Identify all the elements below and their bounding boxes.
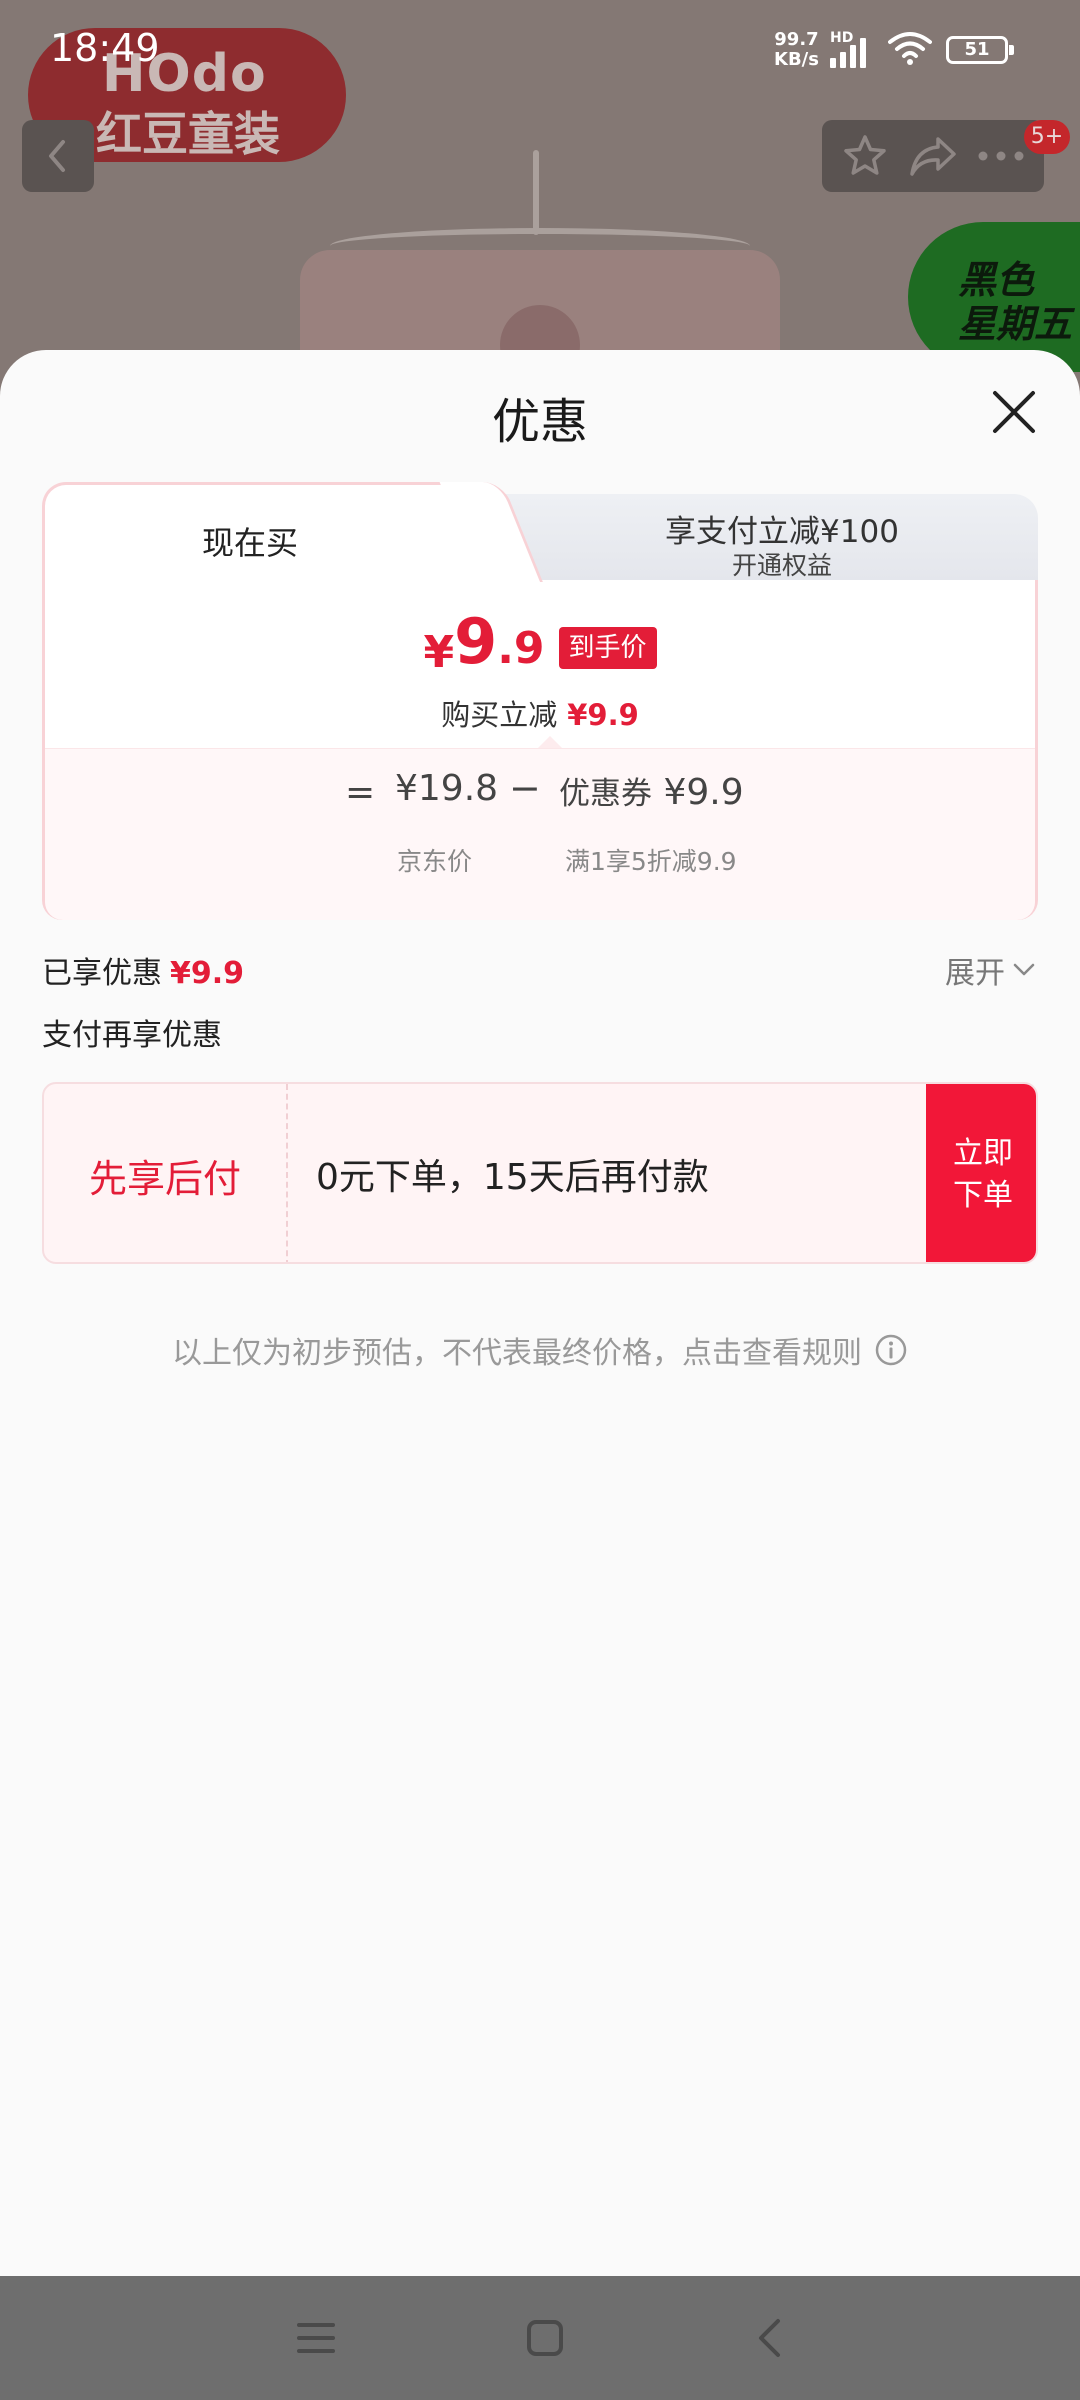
- final-price-decimal: .9: [497, 623, 545, 674]
- instant-cut-value: ¥9.9: [567, 698, 639, 732]
- more-icon[interactable]: [977, 150, 1025, 162]
- final-price-amount: 9.9: [454, 610, 544, 681]
- top-action-bar: [822, 120, 1044, 192]
- battery-icon: 51: [946, 36, 1014, 64]
- wifi-icon: [888, 32, 932, 65]
- battery-level: 51: [964, 39, 990, 60]
- breakdown-minus: −: [509, 766, 541, 810]
- close-icon[interactable]: [990, 388, 1038, 436]
- tab-pay-discount-title: 享支付立减¥100: [665, 514, 899, 550]
- net-speed-value: 99.7: [774, 29, 819, 50]
- pay-more-title: 支付再享优惠: [42, 1018, 222, 1053]
- price-card: 现在买 享支付立减¥100 开通权益 ¥ 9.9 到手价 购买立减 ¥9.9 = …: [42, 482, 1038, 920]
- nav-back-icon[interactable]: [754, 2318, 784, 2358]
- tab-pay-discount-sub: 开通权益: [731, 551, 832, 580]
- tab-pay-discount[interactable]: 享支付立减¥100 开通权益: [462, 494, 1038, 582]
- chevron-down-icon: [1013, 963, 1035, 976]
- final-price-currency: ¥: [423, 627, 455, 678]
- jd-price: ¥19.8: [395, 768, 499, 809]
- promo-badge-line1: 黑色: [958, 258, 1035, 302]
- tab-buy-now-label[interactable]: 现在买: [42, 518, 458, 564]
- jd-price-label: 京东价: [397, 847, 473, 876]
- message-badge: 5+: [1024, 120, 1070, 154]
- order-now-button[interactable]: 立即 下单: [926, 1084, 1036, 1262]
- discount-sheet: 优惠 现在买 享支付立减¥100 开通权益 ¥ 9.9 到手价 购买立减 ¥9.9…: [0, 350, 1080, 2276]
- order-now-line2: 下单: [953, 1178, 1013, 1213]
- price-detail: ¥ 9.9 到手价 购买立减 ¥9.9 = ¥19.8 − 优惠券 ¥9.9 京东…: [42, 580, 1038, 920]
- back-icon: [49, 140, 65, 172]
- hd-label: HD: [830, 30, 854, 46]
- expand-label: 展开: [945, 956, 1005, 991]
- enjoyed-discount-value: ¥9.9: [170, 956, 245, 991]
- breakdown-equals: =: [345, 772, 376, 813]
- home-icon[interactable]: [526, 2319, 564, 2357]
- enjoyed-discount: 已享优惠 ¥9.9: [42, 948, 244, 992]
- net-speed-unit: KB/s: [774, 49, 819, 70]
- brand-logo-cn: 红豆童装: [96, 107, 280, 161]
- system-nav-bar: [0, 2276, 1080, 2400]
- disclaimer-text: 以上仅为初步预估，不代表最终价格，点击查看规则: [172, 1336, 862, 1371]
- coupon-amount: 优惠券 ¥9.9: [559, 768, 744, 813]
- instant-cut: 购买立减 ¥9.9: [45, 692, 1035, 734]
- expand-button[interactable]: 展开: [945, 948, 1035, 992]
- order-now-line1: 立即: [953, 1136, 1013, 1171]
- breakdown-notch: [538, 736, 562, 748]
- bnpl-description: 0元下单，15天后再付款: [316, 1157, 709, 1198]
- enjoyed-discount-label: 已享优惠: [42, 956, 162, 991]
- sheet-title: 优惠: [491, 394, 588, 450]
- star-icon[interactable]: [841, 132, 889, 180]
- coupon-label: 优惠券: [559, 776, 652, 812]
- final-price: ¥ 9.9 到手价: [45, 610, 1035, 681]
- rules-link[interactable]: 以上仅为初步预估，不代表最终价格，点击查看规则: [0, 1328, 1080, 1372]
- final-price-badge: 到手价: [558, 627, 657, 669]
- promo-badge-line2: 星期五: [958, 302, 1073, 346]
- bnpl-card[interactable]: 先享后付 0元下单，15天后再付款 立即 下单: [42, 1082, 1038, 1264]
- net-speed: 99.7 KB/s: [774, 30, 819, 70]
- instant-cut-label: 购买立减: [441, 698, 558, 732]
- final-price-integer: 9: [454, 605, 498, 678]
- coupon-rule: 满1享5折减9.9: [565, 847, 737, 876]
- hanger-image: [533, 150, 539, 235]
- back-button[interactable]: [22, 120, 94, 192]
- status-time: 18:49: [50, 26, 160, 70]
- menu-icon[interactable]: [296, 2320, 336, 2356]
- status-bar: 18:49 99.7 KB/s HD 51: [0, 0, 1080, 96]
- bnpl-title: 先享后付: [44, 1084, 288, 1262]
- info-icon: [875, 1334, 907, 1366]
- coupon-value: ¥9.9: [663, 772, 744, 813]
- share-icon[interactable]: [908, 134, 958, 178]
